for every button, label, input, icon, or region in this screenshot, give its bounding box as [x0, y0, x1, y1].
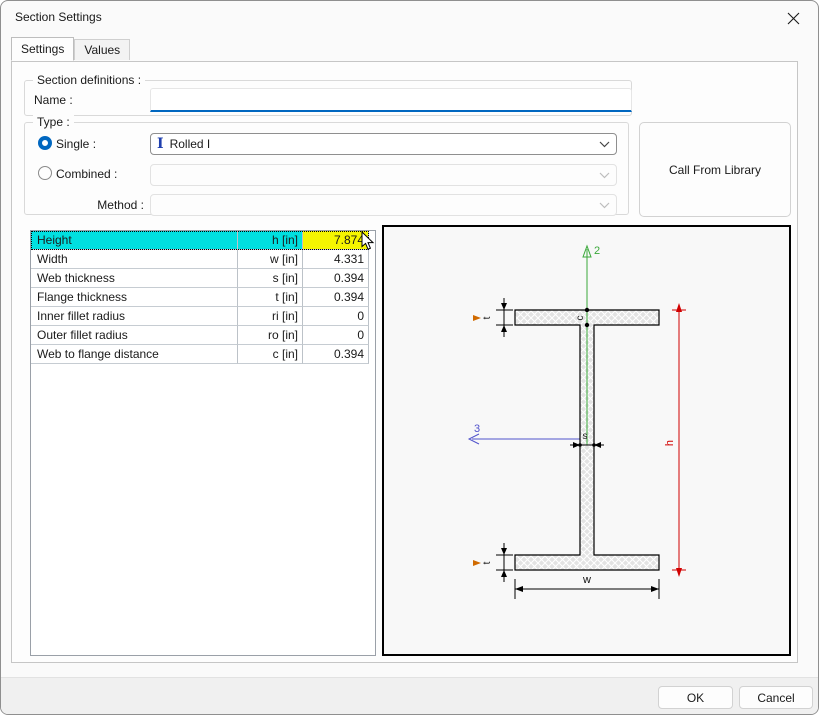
table-cell-symbol[interactable]: h [in] [238, 231, 303, 250]
section-settings-dialog: Section Settings Settings Values Section… [0, 0, 819, 715]
table-cell-symbol[interactable]: c [in] [238, 345, 303, 364]
table-cell-name[interactable]: Inner fillet radius [31, 307, 238, 326]
properties-table-body: Heighth [in]7.874Widthw [in]4.331Web thi… [31, 231, 375, 364]
section-diagram: 3 2 h w [382, 225, 791, 656]
name-input[interactable] [150, 88, 632, 112]
table-cell-value[interactable]: 0 [303, 307, 369, 326]
table-cell-name[interactable]: Flange thickness [31, 288, 238, 307]
table-cell-value[interactable]: 0.394 [303, 345, 369, 364]
tab-settings[interactable]: Settings [11, 37, 74, 61]
table-cell-value[interactable]: 0.394 [303, 269, 369, 288]
t-top-dimension-label: t [482, 316, 493, 319]
table-row[interactable]: Flange thicknesst [in]0.394 [31, 288, 369, 307]
dialog-title: Section Settings [15, 10, 102, 24]
call-from-library-button[interactable]: Call From Library [639, 122, 791, 217]
single-section-value: Rolled I [170, 137, 211, 151]
table-cell-symbol[interactable]: s [in] [238, 269, 303, 288]
cancel-button-label: Cancel [757, 691, 794, 705]
name-label: Name : [34, 93, 73, 107]
table-cell-value[interactable]: 4.331 [303, 250, 369, 269]
call-from-library-label: Call From Library [669, 163, 761, 177]
table-row[interactable]: Widthw [in]4.331 [31, 250, 369, 269]
i-section-icon: I [157, 137, 164, 151]
tab-settings-label: Settings [21, 42, 64, 56]
h-dimension-label: h [664, 440, 676, 446]
properties-table: Heighth [in]7.874Widthw [in]4.331Web thi… [30, 230, 376, 656]
chevron-down-icon [599, 141, 610, 148]
table-cell-symbol[interactable]: t [in] [238, 288, 303, 307]
method-dropdown [150, 194, 617, 216]
axis-2-label: 2 [594, 245, 600, 257]
table-row[interactable]: Heighth [in]7.874 [31, 231, 369, 250]
method-label: Method : [52, 198, 144, 212]
axis-3-label: 3 [474, 423, 480, 435]
chevron-down-icon [599, 202, 610, 209]
close-button[interactable] [778, 9, 808, 27]
table-cell-name[interactable]: Web to flange distance [31, 345, 238, 364]
cursor-arrow-icon [361, 231, 375, 251]
type-group-label: Type : [33, 115, 74, 129]
table-row[interactable]: Outer fillet radiusro [in]0 [31, 326, 369, 345]
dialog-footer: OK Cancel [1, 677, 818, 714]
t-bottom-dimension-label: t [482, 561, 493, 564]
combined-radio[interactable] [38, 166, 52, 180]
table-cell-name[interactable]: Width [31, 250, 238, 269]
close-icon [787, 12, 800, 25]
title-bar: Section Settings [1, 1, 818, 33]
single-radio[interactable] [38, 136, 52, 150]
section-definitions-group-label: Section definitions : [33, 73, 145, 87]
s-dimension-label: s [583, 431, 588, 442]
chevron-down-icon [599, 172, 610, 179]
ok-button-label: OK [687, 691, 704, 705]
table-cell-value[interactable]: 7.874 [303, 231, 369, 250]
table-cell-symbol[interactable]: ri [in] [238, 307, 303, 326]
i-beam-diagram: 3 2 h w [384, 227, 789, 654]
settings-tab-page: Section definitions : Name : Type : Sing… [11, 61, 798, 663]
table-cell-value[interactable]: 0.394 [303, 288, 369, 307]
combined-label: Combined : [56, 167, 117, 181]
table-cell-name[interactable]: Web thickness [31, 269, 238, 288]
cancel-button[interactable]: Cancel [739, 686, 813, 709]
table-cell-value[interactable]: 0 [303, 326, 369, 345]
tab-strip: Settings Values [11, 37, 130, 60]
table-row[interactable]: Web to flange distancec [in]0.394 [31, 345, 369, 364]
c-dimension-label: c [575, 316, 586, 321]
table-cell-name[interactable]: Height [31, 231, 238, 250]
table-row[interactable]: Inner fillet radiusri [in]0 [31, 307, 369, 326]
table-cell-name[interactable]: Outer fillet radius [31, 326, 238, 345]
tab-values-label: Values [84, 43, 120, 57]
tab-values[interactable]: Values [74, 39, 130, 60]
w-dimension-label: w [582, 574, 591, 586]
table-cell-symbol[interactable]: ro [in] [238, 326, 303, 345]
ok-button[interactable]: OK [658, 686, 733, 709]
single-section-dropdown[interactable]: I Rolled I [150, 133, 617, 155]
table-cell-symbol[interactable]: w [in] [238, 250, 303, 269]
table-row[interactable]: Web thicknesss [in]0.394 [31, 269, 369, 288]
combined-section-dropdown [150, 164, 617, 186]
single-label: Single : [56, 137, 96, 151]
